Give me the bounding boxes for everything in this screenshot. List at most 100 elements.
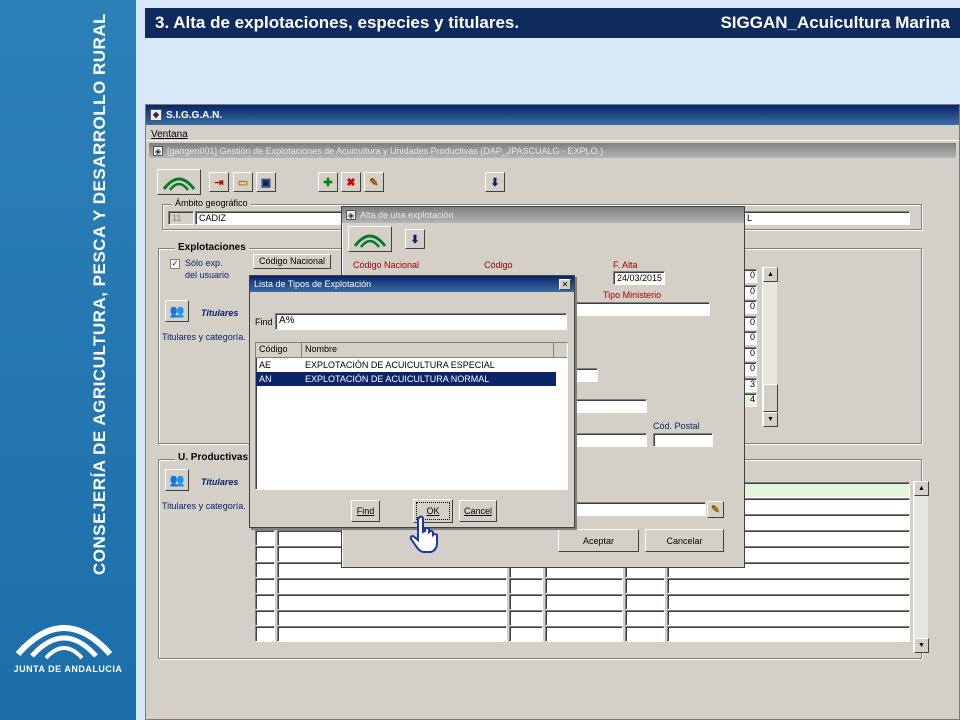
list-item[interactable]: AE EXPLOTACIÓN DE ACUICULTURA ESPECIAL — [256, 358, 567, 372]
del-usuario-label: del usuario — [185, 270, 230, 280]
table-cell[interactable] — [255, 546, 275, 562]
table-cell[interactable] — [545, 626, 623, 642]
titulares-up-button[interactable]: 👥 — [165, 469, 189, 491]
table-row[interactable] — [255, 610, 910, 626]
alta-field-b[interactable] — [570, 399, 647, 413]
table-cell[interactable] — [509, 578, 543, 594]
table-cell[interactable] — [255, 578, 275, 594]
table-cell[interactable] — [255, 626, 275, 642]
table-row[interactable] — [255, 594, 910, 610]
table-cell[interactable] — [255, 594, 275, 610]
codigo-nacional-column-button[interactable]: Código Nacional — [253, 254, 331, 269]
explotacion-digit-cell[interactable]: 0 — [743, 300, 757, 314]
menu-ventana[interactable]: Ventana — [151, 129, 188, 140]
explotacion-digit-cell[interactable]: 0 — [743, 362, 757, 376]
hand-pointer-icon — [409, 515, 438, 553]
col-codigo-header[interactable]: Código — [256, 343, 302, 357]
andalucia-arcs-icon — [353, 234, 387, 248]
add-button[interactable]: ✚ — [318, 172, 338, 192]
explotacion-digit-cell[interactable]: 0 — [743, 346, 757, 361]
tipo-ministerio-field[interactable] — [570, 302, 710, 316]
cod-postal-label: Cód. Postal — [653, 421, 700, 431]
table-cell[interactable] — [667, 594, 910, 610]
table-cell[interactable] — [625, 594, 665, 610]
cod-postal-field[interactable] — [653, 433, 713, 447]
table-row[interactable] — [255, 626, 910, 642]
table-row[interactable] — [255, 578, 910, 594]
scroll-up-icon[interactable]: ▲ — [914, 481, 929, 496]
sidebar: CONSEJERÍA DE AGRICULTURA, PESCA Y DESAR… — [0, 0, 136, 720]
explotacion-digit-cell[interactable]: 3 — [743, 377, 757, 392]
f-alta-label: F. Alta — [613, 260, 638, 270]
folder-icon: ▭ — [237, 176, 249, 189]
edit-pencil-icon: ✎ — [710, 504, 721, 516]
lista-find-button[interactable]: Find — [351, 500, 380, 522]
edit-pencil-icon: ✎ — [369, 176, 379, 189]
table-cell[interactable] — [277, 610, 507, 626]
table-cell[interactable] — [509, 594, 543, 610]
table-cell[interactable] — [255, 610, 275, 626]
find-input[interactable]: A% — [275, 313, 567, 330]
alta-field-c[interactable] — [570, 433, 647, 447]
col-nombre-header[interactable]: Nombre — [302, 343, 554, 357]
table-cell[interactable] — [509, 626, 543, 642]
alta-download-button[interactable]: ⬇ — [405, 229, 425, 249]
lista-cancel-button[interactable]: Cancel — [459, 500, 497, 522]
scroll-up-icon[interactable]: ▲ — [763, 267, 778, 282]
table-cell[interactable] — [625, 578, 665, 594]
explotacion-digit-cell[interactable]: 0 — [743, 315, 757, 330]
close-icon[interactable]: ✕ — [559, 278, 571, 290]
inner-title: [gangen001] Gestión de Explotaciones de … — [167, 145, 604, 156]
ambito-label: Ámbito geográfico — [172, 198, 251, 208]
list-item[interactable]: AN EXPLOTACIÓN DE ACUICULTURA NORMAL — [256, 372, 556, 386]
slide-subtitle: SIGGAN_Acuicultura Marina — [720, 13, 950, 32]
explotacion-digit-cell[interactable]: 0 — [743, 331, 757, 345]
alta-window-icon: ◈ — [346, 210, 356, 220]
alta-logo-button[interactable] — [348, 226, 392, 252]
table-cell[interactable] — [509, 610, 543, 626]
tipo-ministerio-label: Tipo Ministerio — [603, 290, 662, 300]
table-cell[interactable] — [545, 578, 623, 594]
table-cell[interactable] — [277, 594, 507, 610]
table-cell[interactable] — [625, 626, 665, 642]
solo-exp-label: Sólo exp. — [185, 258, 223, 268]
explotacion-digit-cell[interactable]: 0 — [743, 284, 757, 299]
table-cell[interactable] — [255, 562, 275, 578]
table-cell[interactable] — [255, 530, 275, 546]
table-cell[interactable] — [545, 594, 623, 610]
scroll-down-icon[interactable]: ▼ — [914, 638, 929, 653]
exit-button[interactable]: ⇥ — [209, 172, 229, 192]
explotacion-digit-cell[interactable]: 0 — [743, 269, 757, 283]
table-cell[interactable] — [667, 578, 910, 594]
scroll-down-icon[interactable]: ▼ — [763, 412, 778, 427]
delete-button[interactable]: ✖ — [341, 172, 361, 192]
table-cell[interactable] — [545, 610, 623, 626]
u-productivas-scrollbar[interactable]: ▲ ▼ — [913, 481, 929, 653]
download-button[interactable]: ⬇ — [485, 172, 505, 192]
scroll-thumb[interactable] — [763, 384, 778, 412]
table-cell[interactable] — [277, 578, 507, 594]
table-cell[interactable] — [667, 610, 910, 626]
save-button[interactable]: ▣ — [256, 172, 276, 192]
cancelar-button[interactable]: Cancelar — [645, 529, 724, 552]
ambito-name-field[interactable]: CADIZ — [195, 211, 345, 225]
plus-icon: ✚ — [323, 176, 333, 189]
list-item-codigo: AE — [259, 360, 272, 370]
explotacion-digit-cell[interactable]: 4 — [743, 393, 757, 407]
f-alta-field[interactable]: 24/03/2015 — [613, 271, 665, 285]
titulares-button[interactable]: 👥 — [165, 300, 189, 322]
ambito-right-field[interactable]: L — [743, 211, 910, 225]
alta-edit-button[interactable]: ✎ — [707, 501, 724, 518]
logo-button[interactable] — [157, 169, 201, 195]
alta-field-d[interactable] — [570, 502, 706, 516]
aceptar-button[interactable]: Aceptar — [558, 529, 639, 552]
solo-exp-checkbox[interactable]: ✓ — [170, 259, 180, 269]
edit-button[interactable]: ✎ — [364, 172, 384, 192]
ambito-code-field[interactable]: 11 — [168, 211, 194, 225]
table-cell[interactable] — [277, 626, 507, 642]
table-cell[interactable] — [625, 610, 665, 626]
open-button[interactable]: ▭ — [233, 172, 253, 192]
table-cell[interactable] — [667, 626, 910, 642]
explotaciones-scrollbar[interactable]: ▲ ▼ — [762, 267, 778, 427]
inner-window-icon: ◈ — [153, 145, 163, 156]
